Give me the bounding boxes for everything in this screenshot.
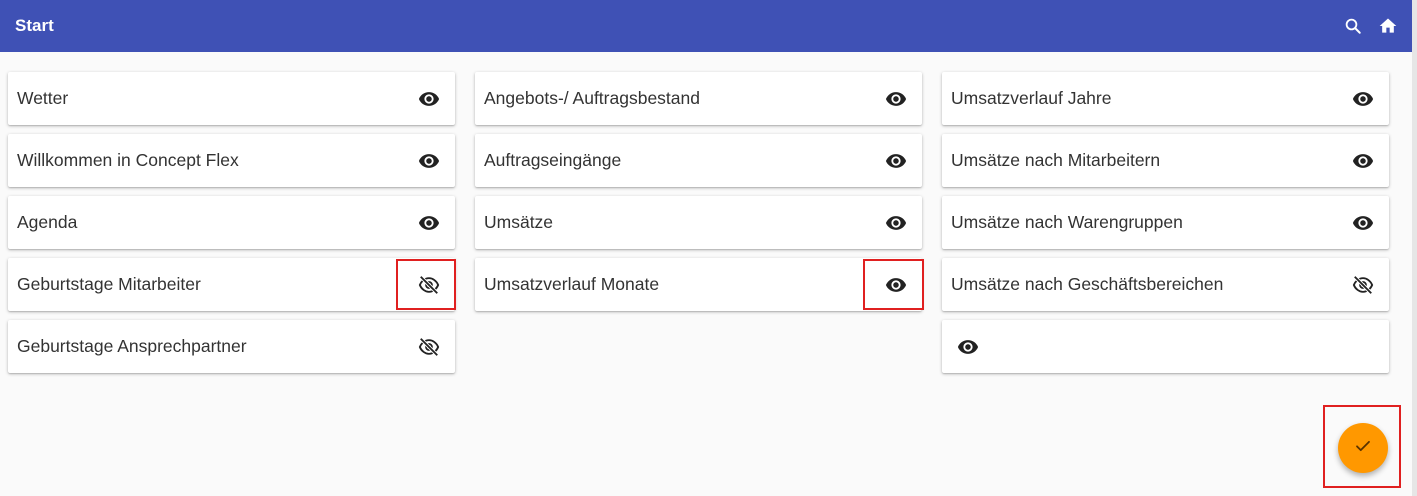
widget-card-umsatzverlauf-jahre[interactable]: Umsatzverlauf Jahre bbox=[942, 72, 1389, 125]
widget-label: Geburtstage Mitarbeiter bbox=[17, 274, 201, 294]
highlight-box bbox=[863, 259, 924, 310]
widget-label: Willkommen in Concept Flex bbox=[17, 150, 239, 170]
widget-label: Umsätze nach Geschäftsbereichen bbox=[951, 274, 1224, 294]
widget-card-auftragseingaenge[interactable]: Auftragseingänge bbox=[475, 134, 922, 187]
eye-icon[interactable] bbox=[1351, 87, 1375, 111]
widget-label: Agenda bbox=[17, 212, 78, 232]
widget-label: Umsatzverlauf Jahre bbox=[951, 88, 1112, 108]
widget-card-umsatzverlauf-monate[interactable]: Umsatzverlauf Monate bbox=[475, 258, 922, 311]
widget-label: Angebots-/ Auftragsbestand bbox=[484, 88, 700, 108]
eye-icon[interactable] bbox=[417, 87, 441, 111]
widget-label: Umsätze nach Mitarbeitern bbox=[951, 150, 1161, 170]
widget-label: Auftragseingänge bbox=[484, 150, 622, 170]
home-icon[interactable] bbox=[1377, 15, 1399, 37]
app-bar: Start bbox=[0, 0, 1412, 52]
eye-icon[interactable] bbox=[884, 149, 908, 173]
eye-icon[interactable] bbox=[417, 149, 441, 173]
widget-label: Umsätze nach Warengruppen bbox=[951, 212, 1183, 232]
eye-icon[interactable] bbox=[884, 211, 908, 235]
widget-card-umsaetze-warengruppen[interactable]: Umsätze nach Warengruppen bbox=[942, 196, 1389, 249]
widget-card-umsaetze-geschaeftsbereichen[interactable]: Umsätze nach Geschäftsbereichen bbox=[942, 258, 1389, 311]
highlight-box bbox=[396, 259, 456, 310]
eye-off-icon[interactable] bbox=[417, 335, 441, 359]
widget-label: Umsatzverlauf Monate bbox=[484, 274, 660, 294]
widget-label: Wetter bbox=[17, 88, 69, 108]
widget-card-geburtstage-mitarbeiter[interactable]: Geburtstage Mitarbeiter bbox=[8, 258, 455, 311]
eye-icon[interactable] bbox=[956, 335, 980, 359]
widget-card-agenda[interactable]: Agenda bbox=[8, 196, 455, 249]
widget-card-umsaetze-mitarbeitern[interactable]: Umsätze nach Mitarbeitern bbox=[942, 134, 1389, 187]
widget-label: Umsätze bbox=[484, 212, 554, 232]
eye-icon[interactable] bbox=[1351, 211, 1375, 235]
eye-icon[interactable] bbox=[417, 211, 441, 235]
widget-card-umsaetze[interactable]: Umsätze bbox=[475, 196, 922, 249]
widget-card-angebotsbestand[interactable]: Angebots-/ Auftragsbestand bbox=[475, 72, 922, 125]
widget-card-geburtstage-ansprechpartner[interactable]: Geburtstage Ansprechpartner bbox=[8, 320, 455, 373]
confirm-fab-button[interactable] bbox=[1338, 423, 1388, 473]
widget-card-unnamed[interactable] bbox=[942, 320, 1389, 373]
window-edge bbox=[1412, 0, 1417, 496]
check-icon bbox=[1354, 437, 1372, 460]
widget-card-willkommen[interactable]: Willkommen in Concept Flex bbox=[8, 134, 455, 187]
eye-icon[interactable] bbox=[884, 87, 908, 111]
widget-label: Geburtstage Ansprechpartner bbox=[17, 336, 247, 356]
page-title: Start bbox=[15, 16, 54, 35]
search-icon[interactable] bbox=[1342, 15, 1364, 37]
eye-off-icon[interactable] bbox=[1351, 273, 1375, 297]
widget-card-wetter[interactable]: Wetter bbox=[8, 72, 455, 125]
eye-icon[interactable] bbox=[1351, 149, 1375, 173]
